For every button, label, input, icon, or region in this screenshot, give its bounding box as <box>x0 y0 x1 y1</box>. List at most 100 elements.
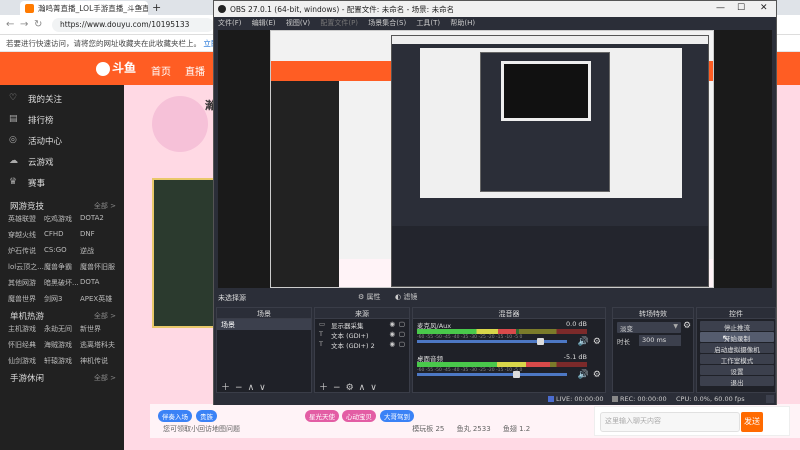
settings-button[interactable]: 设置 <box>700 365 774 376</box>
douyu-logo[interactable]: 斗鱼 <box>96 59 138 79</box>
send-button[interactable]: 发送 <box>741 412 763 432</box>
group-more-link[interactable]: 全部 > <box>94 311 116 321</box>
category-link[interactable]: 吃鸡游戏 <box>44 214 80 224</box>
eye-icon[interactable]: ◉ <box>389 320 395 328</box>
exit-button[interactable]: 退出 <box>700 376 774 387</box>
menu-file[interactable]: 文件(F) <box>218 19 242 27</box>
category-link[interactable]: 主机游戏 <box>8 324 44 334</box>
category-link[interactable]: DOTA2 <box>80 214 116 224</box>
menu-view[interactable]: 视图(V) <box>286 19 310 27</box>
group-more-link[interactable]: 全部 > <box>94 201 116 211</box>
sidebar-item-rank[interactable]: ▤ 排行榜 <box>0 110 124 131</box>
maximize-icon[interactable]: ☐ <box>737 3 745 13</box>
add-icon[interactable]: ＋ <box>221 383 230 393</box>
chip[interactable]: 大哥驾到 <box>380 410 414 422</box>
stream-video-thumbnail[interactable] <box>152 178 222 328</box>
sidebar-item-following[interactable]: ♡ 我的关注 <box>0 89 124 110</box>
source-item[interactable]: ▭ 显示器采集 ◉ ▢ <box>315 319 409 330</box>
category-link[interactable]: 海贼游戏 <box>44 340 80 350</box>
category-link[interactable]: 英雄联盟 <box>8 214 44 224</box>
volume-slider[interactable] <box>417 338 567 345</box>
nav-home[interactable]: 首页 <box>151 63 171 78</box>
category-link[interactable]: 神机传说 <box>80 356 116 366</box>
chip[interactable]: 心动宝贝 <box>342 410 376 422</box>
move-down-icon[interactable]: ∨ <box>370 383 377 393</box>
chip[interactable]: 星光天使 <box>305 410 339 422</box>
nav-live[interactable]: 直播 <box>185 63 205 78</box>
menu-tools[interactable]: 工具(T) <box>416 19 440 27</box>
stop-streaming-button[interactable]: 停止推流 <box>700 321 774 332</box>
gear-icon[interactable]: ⚙ <box>683 321 691 331</box>
transition-select[interactable]: 淡变 ▼ <box>617 322 681 333</box>
category-link[interactable]: 逆战 <box>80 246 116 256</box>
start-virtual-camera-button[interactable]: 启动虚拟摄像机 <box>700 343 774 354</box>
gear-icon[interactable]: ⚙ <box>346 383 354 393</box>
category-link[interactable]: 暗黑破坏... <box>44 278 80 288</box>
minimize-icon[interactable]: — <box>716 3 725 13</box>
eye-icon[interactable]: ◉ <box>389 330 395 338</box>
lock-icon[interactable]: ▢ <box>399 340 405 348</box>
chat-input[interactable]: 这里输入聊天内容 <box>600 412 740 432</box>
gear-icon[interactable]: ⚙ <box>593 337 601 347</box>
back-icon[interactable]: ← <box>6 19 14 30</box>
category-link[interactable]: 魔兽怀旧服 <box>80 262 116 272</box>
category-link[interactable]: 仙剑游戏 <box>8 356 44 366</box>
move-up-icon[interactable]: ∧ <box>248 383 255 393</box>
menu-profile[interactable]: 配置文件(P) <box>320 19 358 27</box>
category-link[interactable]: 魔兽世界 <box>8 294 44 304</box>
category-link[interactable]: 剑网3 <box>44 294 80 304</box>
group-more-link[interactable]: 全部 > <box>94 373 116 383</box>
category-link[interactable]: 轩辕游戏 <box>44 356 80 366</box>
chip[interactable]: 贵族 <box>196 410 217 422</box>
close-icon[interactable]: ✕ <box>760 3 768 13</box>
browser-tab[interactable]: 瀚鸣菁直播_LOL手游直播_斗鱼直 ✕ <box>20 1 148 15</box>
url-input[interactable]: https://www.douyu.com/10195133 <box>52 18 214 32</box>
category-link[interactable]: CS:GO <box>44 246 80 256</box>
category-link[interactable]: 其他网游 <box>8 278 44 288</box>
category-link[interactable]: CFHD <box>44 230 80 240</box>
category-link[interactable]: DOTA <box>80 278 116 288</box>
source-item[interactable]: T 文本 (GDI+) 2 ◉ ▢ <box>315 339 409 350</box>
category-link[interactable]: APEX英雄 <box>80 294 116 304</box>
properties-button[interactable]: ⚙ 属性 <box>358 292 381 302</box>
eye-icon[interactable]: ◉ <box>389 340 395 348</box>
filters-button[interactable]: ◐ 滤镜 <box>395 292 417 302</box>
category-link[interactable]: 炉石传说 <box>8 246 44 256</box>
volume-slider-handle[interactable] <box>537 338 544 345</box>
remove-icon[interactable]: − <box>333 383 341 393</box>
start-recording-button[interactable]: 开始录制 <box>700 332 774 343</box>
obs-preview[interactable] <box>218 30 772 288</box>
menu-scene-collection[interactable]: 场景集合(S) <box>368 19 406 27</box>
add-icon[interactable]: ＋ <box>319 383 328 393</box>
studio-mode-button[interactable]: 工作室模式 <box>700 354 774 365</box>
source-item[interactable]: T 文本 (GDI+) ◉ ▢ <box>315 329 409 340</box>
sidebar-item-activity[interactable]: ◎ 活动中心 <box>0 131 124 152</box>
speaker-icon[interactable]: 🔊 <box>578 337 589 347</box>
move-up-icon[interactable]: ∧ <box>359 383 366 393</box>
volume-slider[interactable] <box>417 371 567 378</box>
category-link[interactable]: 逃离塔科夫 <box>80 340 116 350</box>
streamer-avatar[interactable] <box>152 96 208 152</box>
duration-input[interactable]: 300 ms <box>639 335 681 346</box>
volume-slider-handle[interactable] <box>513 371 520 378</box>
forward-icon[interactable]: → <box>20 19 28 30</box>
category-link[interactable]: DNF <box>80 230 116 240</box>
lock-icon[interactable]: ▢ <box>399 330 405 338</box>
gear-icon[interactable]: ⚙ <box>593 370 601 380</box>
resize-grip-icon[interactable] <box>766 395 774 403</box>
tab-close-icon[interactable]: ✕ <box>137 3 143 12</box>
category-link[interactable]: 新世界 <box>80 324 116 334</box>
sidebar-item-events[interactable]: ♛ 赛事 <box>0 173 124 194</box>
sidebar-item-cloud-game[interactable]: ☁ 云游戏 <box>0 152 124 173</box>
category-link[interactable]: 魔兽争霸 <box>44 262 80 272</box>
scene-item[interactable]: 场景 <box>217 319 311 330</box>
refresh-icon[interactable]: ↻ <box>34 19 42 30</box>
move-down-icon[interactable]: ∨ <box>259 383 266 393</box>
menu-edit[interactable]: 编辑(E) <box>252 19 276 27</box>
category-link[interactable]: lol云顶之... <box>8 262 44 272</box>
chip[interactable]: 伴奏入场 <box>158 410 192 422</box>
category-link[interactable]: 永劫无间 <box>44 324 80 334</box>
new-tab-button[interactable]: + <box>152 1 161 14</box>
category-link[interactable]: 穿越火线 <box>8 230 44 240</box>
speaker-icon[interactable]: 🔊 <box>578 370 589 380</box>
